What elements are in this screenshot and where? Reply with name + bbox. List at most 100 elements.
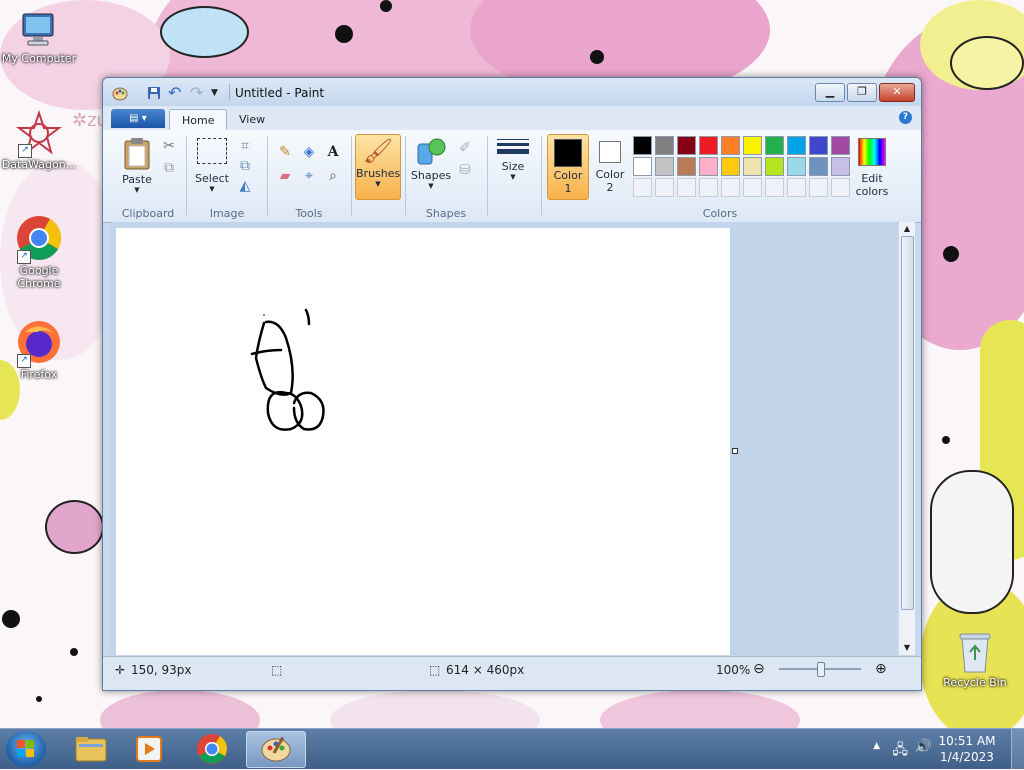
brushes-label: Brushes — [356, 167, 401, 180]
eraser-icon[interactable]: ▰ — [275, 166, 295, 186]
desktop-icon-firefox[interactable]: ↗ Firefox — [0, 318, 78, 381]
help-icon[interactable]: ? — [899, 111, 912, 124]
paste-button[interactable]: Paste ▼ — [113, 136, 161, 198]
palette-swatch[interactable] — [721, 157, 740, 176]
palette-swatch[interactable] — [809, 157, 828, 176]
scroll-up-icon[interactable]: ▲ — [899, 222, 915, 236]
custom-color-slot[interactable] — [831, 178, 850, 197]
custom-color-slot[interactable] — [765, 178, 784, 197]
color-picker-icon[interactable]: ⌖ — [299, 166, 319, 186]
palette-swatch[interactable] — [809, 136, 828, 155]
palette-swatch[interactable] — [765, 157, 784, 176]
palette-swatch[interactable] — [787, 157, 806, 176]
palette-swatch[interactable] — [655, 136, 674, 155]
select-button[interactable]: Select ▼ — [191, 136, 233, 198]
fill-bucket-icon[interactable]: ◈ — [299, 142, 319, 162]
tab-home[interactable]: Home — [169, 109, 228, 131]
desktop-icon-label: Google Chrome — [17, 264, 61, 290]
windows-logo-icon — [17, 740, 34, 757]
palette-swatch[interactable] — [743, 136, 762, 155]
save-icon[interactable] — [146, 85, 162, 101]
paint-app-icon[interactable] — [112, 85, 128, 101]
pencil-icon[interactable]: ✎ — [275, 142, 295, 162]
palette-swatch[interactable] — [633, 157, 652, 176]
custom-color-slot[interactable] — [677, 178, 696, 197]
zoom-in-icon[interactable]: ⊕ — [875, 661, 887, 677]
close-icon: ✕ — [892, 85, 902, 98]
close-button[interactable]: ✕ — [879, 83, 915, 102]
title-bar[interactable]: ↶ ↷ ▼ Untitled - Paint ▁ ❐ ✕ — [103, 78, 921, 106]
crop-icon[interactable]: ⌗ — [235, 136, 255, 156]
customize-toolbar-icon[interactable]: ▼ — [211, 85, 227, 101]
minimize-button[interactable]: ▁ — [815, 83, 845, 102]
start-button[interactable] — [6, 731, 46, 767]
palette-swatch[interactable] — [677, 157, 696, 176]
scrollbar-thumb[interactable] — [901, 236, 914, 610]
show-hidden-icons-icon[interactable]: ▲ — [873, 741, 880, 751]
resize-icon[interactable]: ⧉ — [235, 156, 255, 176]
canvas-resize-handle[interactable] — [732, 448, 738, 454]
palette-swatch[interactable] — [721, 136, 740, 155]
brushes-button[interactable]: 🖌 Brushes ▼ — [355, 134, 401, 200]
custom-color-slot[interactable] — [633, 178, 652, 197]
clipboard-icon — [124, 138, 150, 170]
custom-color-slot[interactable] — [721, 178, 740, 197]
rotate-icon[interactable]: ◭ — [235, 176, 255, 196]
tab-view[interactable]: View — [227, 109, 277, 130]
maximize-button[interactable]: ❐ — [847, 83, 877, 102]
drawing-canvas[interactable] — [116, 228, 730, 655]
taskbar-chrome[interactable] — [184, 731, 242, 766]
cut-icon[interactable]: ✂ — [159, 136, 179, 156]
redo-icon[interactable]: ↷ — [190, 85, 206, 101]
desktop-icon-datawagon[interactable]: ↗ DataWagon... — [0, 109, 78, 171]
doodle-drawing — [250, 308, 325, 431]
desktop-icon-my-computer[interactable]: My Computer — [0, 10, 78, 65]
title-separator — [229, 84, 230, 100]
custom-color-slot[interactable] — [699, 178, 718, 197]
fill-icon[interactable]: ⛁ — [455, 160, 475, 180]
desktop-icon-recycle-bin[interactable]: Recycle Bin — [936, 630, 1014, 689]
palette-swatch[interactable] — [831, 136, 850, 155]
shapes-button[interactable]: Shapes ▼ — [409, 136, 453, 198]
paint-menu-button[interactable]: ▤ ▾ — [111, 109, 165, 128]
show-desktop-button[interactable] — [1011, 729, 1024, 769]
outline-icon[interactable]: ✐ — [455, 138, 475, 158]
palette-swatch[interactable] — [787, 136, 806, 155]
palette-swatch[interactable] — [655, 157, 674, 176]
copy-icon[interactable]: ⧉ — [159, 158, 179, 178]
wallpaper-dot — [590, 50, 604, 64]
edit-colors-button[interactable]: Edit colors — [851, 136, 893, 198]
custom-color-slot[interactable] — [809, 178, 828, 197]
taskbar-paint[interactable] — [246, 731, 306, 768]
color1-button[interactable]: Color 1 — [547, 134, 589, 200]
palette-swatch[interactable] — [699, 136, 718, 155]
vertical-scrollbar[interactable]: ▲ ▼ — [899, 222, 915, 655]
clock[interactable]: 10:51 AM 1/4/2023 — [936, 733, 998, 765]
magnifier-icon[interactable]: ⌕ — [323, 166, 343, 186]
palette-swatch[interactable] — [699, 157, 718, 176]
zoom-slider-thumb[interactable] — [817, 662, 825, 677]
custom-color-slot[interactable] — [655, 178, 674, 197]
size-button[interactable]: Size ▼ — [493, 136, 533, 198]
wallpaper-bird — [950, 36, 1024, 90]
palette-swatch[interactable] — [765, 136, 784, 155]
wallpaper-dot — [380, 0, 392, 12]
network-icon[interactable]: 🖧 — [892, 739, 908, 763]
custom-color-slot[interactable] — [787, 178, 806, 197]
zoom-out-icon[interactable]: ⊖ — [753, 661, 765, 677]
text-tool-icon[interactable]: A — [323, 142, 343, 162]
custom-color-slot[interactable] — [743, 178, 762, 197]
ribbon: Paste ▼ ✂ ⧉ Clipboard Select ▼ ⌗ ⧉ ◭ Ima… — [103, 130, 921, 223]
volume-icon[interactable]: 🔊 — [915, 739, 932, 755]
undo-icon[interactable]: ↶ — [168, 85, 184, 101]
taskbar-explorer[interactable] — [62, 731, 120, 766]
palette-swatch[interactable] — [831, 157, 850, 176]
color2-button[interactable]: Color 2 — [591, 134, 629, 198]
taskbar-media-player[interactable] — [120, 731, 178, 766]
palette-swatch[interactable] — [677, 136, 696, 155]
scroll-down-icon[interactable]: ▼ — [899, 641, 915, 655]
desktop-icon-chrome[interactable]: ↗ Google Chrome — [0, 214, 78, 290]
palette-swatch[interactable] — [743, 157, 762, 176]
chevron-down-icon: ▼ — [209, 185, 215, 193]
palette-swatch[interactable] — [633, 136, 652, 155]
